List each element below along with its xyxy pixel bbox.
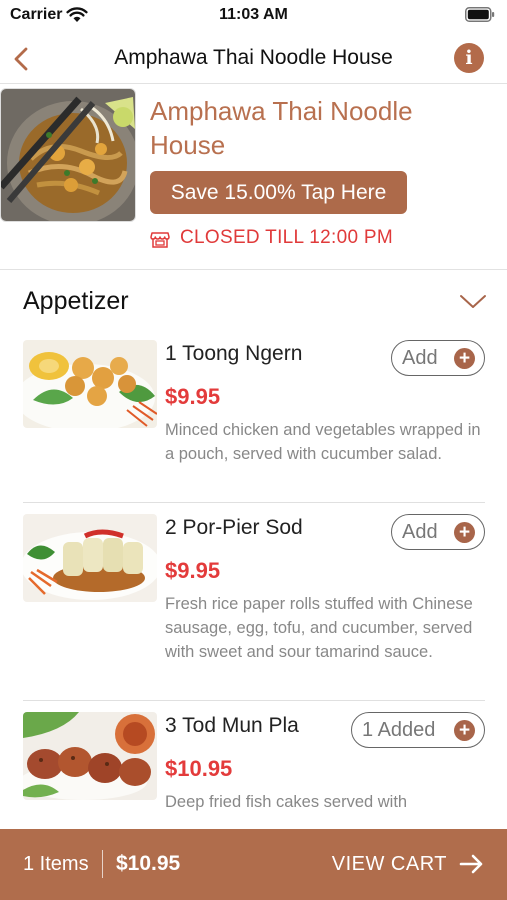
restaurant-header: Amphawa Thai Noodle House Save 15.00% Ta… bbox=[0, 86, 507, 270]
cart-total: $10.95 bbox=[116, 852, 181, 875]
add-button-label: Add bbox=[402, 521, 438, 543]
clock: 11:03 AM bbox=[219, 6, 288, 23]
page-title: Amphawa Thai Noodle House bbox=[114, 46, 393, 69]
divider bbox=[23, 700, 485, 701]
arrow-right-icon bbox=[459, 854, 483, 874]
menu-item[interactable]: 2 Por-Pier Sod $9.95 Fresh rice paper ro… bbox=[0, 514, 507, 694]
item-description: Minced chicken and vegetables wrapped in… bbox=[165, 421, 481, 463]
back-arrow-icon bbox=[14, 47, 28, 71]
plus-icon: + bbox=[454, 720, 475, 741]
menu-item[interactable]: 3 Tod Mun Pla $10.95 Deep fried fish cak… bbox=[0, 712, 507, 824]
item-name: 2 Por-Pier Sod bbox=[165, 516, 303, 539]
item-name: 3 Tod Mun Pla bbox=[165, 714, 299, 737]
item-description: Deep fried fish cakes served with bbox=[165, 793, 408, 811]
plus-icon: + bbox=[454, 348, 475, 369]
item-price: $10.95 bbox=[165, 756, 233, 781]
divider bbox=[23, 502, 485, 503]
back-button[interactable] bbox=[8, 42, 38, 76]
view-cart-bar[interactable]: 1 Items $10.95 VIEW CART bbox=[0, 829, 507, 900]
closed-status-text: CLOSED TILL 12:00 PM bbox=[180, 227, 393, 248]
navigation-bar: Amphawa Thai Noodle House i bbox=[0, 34, 507, 84]
add-button-label: 1 Added bbox=[362, 719, 436, 741]
store-icon bbox=[150, 232, 170, 248]
item-photo bbox=[23, 514, 157, 602]
added-button[interactable]: 1 Added + bbox=[351, 712, 485, 748]
cart-divider bbox=[102, 850, 103, 878]
item-photo bbox=[23, 712, 157, 800]
promo-button[interactable]: Save 15.00% Tap Here bbox=[150, 171, 407, 214]
category-header-appetizer[interactable]: Appetizer bbox=[0, 271, 507, 335]
item-price: $9.95 bbox=[165, 384, 221, 409]
cart-item-count: 1 Items bbox=[23, 853, 89, 875]
add-button-label: Add bbox=[402, 347, 438, 369]
menu-item[interactable]: 1 Toong Ngern $9.95 Minced chicken and v… bbox=[0, 340, 507, 500]
add-button[interactable]: Add + bbox=[391, 340, 485, 376]
item-price: $9.95 bbox=[165, 558, 221, 583]
status-bar: Carrier 11:03 AM bbox=[0, 0, 507, 32]
category-title: Appetizer bbox=[23, 287, 129, 315]
battery-icon bbox=[465, 7, 495, 22]
add-button[interactable]: Add + bbox=[391, 514, 485, 550]
restaurant-photo bbox=[0, 88, 136, 222]
item-photo bbox=[23, 340, 157, 428]
info-icon[interactable]: i bbox=[454, 43, 484, 73]
plus-icon: + bbox=[454, 522, 475, 543]
chevron-down-icon bbox=[460, 295, 486, 308]
item-description: Fresh rice paper rolls stuffed with Chin… bbox=[165, 595, 473, 661]
restaurant-name: Amphawa Thai Noodle House bbox=[150, 96, 413, 160]
view-cart-label: VIEW CART bbox=[331, 853, 447, 875]
item-name: 1 Toong Ngern bbox=[165, 342, 303, 365]
